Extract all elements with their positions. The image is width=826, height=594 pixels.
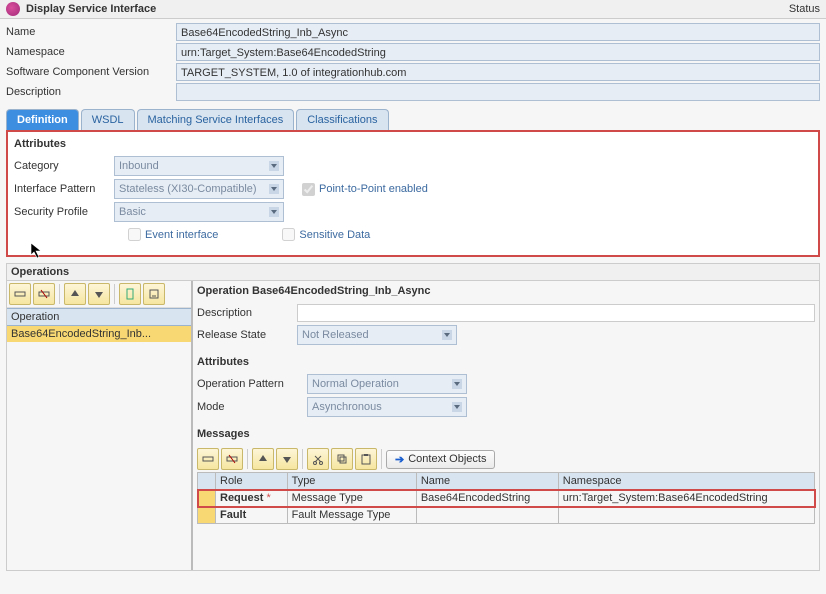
separator [59, 284, 60, 304]
attributes-heading: Attributes [14, 138, 812, 150]
move-up-button[interactable] [252, 448, 274, 470]
op-pattern-value: Normal Operation [312, 378, 399, 390]
release-state-label: Release State [197, 329, 297, 341]
context-objects-button[interactable]: ➔ Context Objects [386, 450, 495, 469]
namespace-cell[interactable] [558, 507, 814, 524]
operation-panel-title: Operation Base64EncodedString_Inb_Async [197, 283, 815, 301]
mode-value: Asynchronous [312, 401, 382, 413]
op-attributes-heading: Attributes [197, 356, 815, 368]
type-header[interactable]: Type [287, 473, 416, 490]
tools-button[interactable] [143, 283, 165, 305]
namespace-cell[interactable]: urn:Target_System:Base64EncodedString [558, 490, 814, 507]
p2p-label: Point-to-Point enabled [319, 183, 428, 195]
release-state-value: Not Released [302, 329, 369, 341]
tab-definition[interactable]: Definition [6, 109, 79, 130]
dropdown-icon [442, 330, 452, 340]
role-cell: Fault [216, 507, 288, 524]
cut-button[interactable] [307, 448, 329, 470]
event-label: Event interface [145, 229, 218, 241]
row-selector[interactable] [198, 490, 216, 507]
type-cell: Fault Message Type [287, 507, 416, 524]
messages-heading: Messages [197, 428, 815, 440]
tab-classifications[interactable]: Classifications [296, 109, 388, 130]
role-cell: Request * [216, 490, 288, 507]
sensitive-label: Sensitive Data [299, 229, 370, 241]
separator [247, 449, 248, 469]
dropdown-icon [452, 379, 462, 389]
security-label: Security Profile [14, 206, 114, 218]
dropdown-icon [452, 402, 462, 412]
move-up-button[interactable] [64, 283, 86, 305]
name-header[interactable]: Name [416, 473, 558, 490]
name-field: Base64EncodedString_Inb_Async [176, 23, 820, 41]
category-label: Category [14, 160, 114, 172]
arrow-right-icon: ➔ [395, 453, 404, 466]
remove-row-button[interactable] [221, 448, 243, 470]
table-row[interactable]: Request * Message Type Base64EncodedStri… [198, 490, 815, 507]
category-dropdown[interactable]: Inbound [114, 156, 284, 176]
navigate-button[interactable] [119, 283, 141, 305]
description-label: Description [6, 86, 176, 98]
category-value: Inbound [119, 160, 159, 172]
namespace-field: urn:Target_System:Base64EncodedString [176, 43, 820, 61]
tab-matching[interactable]: Matching Service Interfaces [137, 109, 295, 130]
move-down-button[interactable] [276, 448, 298, 470]
op-pattern-label: Operation Pattern [197, 378, 307, 390]
event-checkbox[interactable]: Event interface [124, 225, 218, 244]
op-pattern-dropdown[interactable]: Normal Operation [307, 374, 467, 394]
op-description-label: Description [197, 307, 297, 319]
type-cell: Message Type [287, 490, 416, 507]
pattern-dropdown[interactable]: Stateless (XI30-Compatible) [114, 179, 284, 199]
role-header[interactable]: Role [216, 473, 288, 490]
row-selector-header[interactable] [198, 473, 216, 490]
op-description-field[interactable] [297, 304, 815, 322]
add-row-button[interactable] [9, 283, 31, 305]
page-title: Display Service Interface [26, 3, 789, 15]
copy-button[interactable] [331, 448, 353, 470]
p2p-checkbox[interactable]: Point-to-Point enabled [298, 180, 428, 199]
operations-toolbar [7, 281, 191, 308]
namespace-header[interactable]: Namespace [558, 473, 814, 490]
description-field [176, 83, 820, 101]
mode-dropdown[interactable]: Asynchronous [307, 397, 467, 417]
namespace-label: Namespace [6, 46, 176, 58]
pattern-label: Interface Pattern [14, 183, 114, 195]
name-cell[interactable]: Base64EncodedString [416, 490, 558, 507]
pattern-value: Stateless (XI30-Compatible) [119, 183, 257, 195]
operations-heading: Operations [6, 263, 820, 281]
table-row[interactable]: Fault Fault Message Type [198, 507, 815, 524]
separator [114, 284, 115, 304]
sensitive-checkbox[interactable]: Sensitive Data [278, 225, 370, 244]
dropdown-icon [269, 161, 279, 171]
name-cell[interactable] [416, 507, 558, 524]
move-down-button[interactable] [88, 283, 110, 305]
separator [381, 449, 382, 469]
insert-row-button[interactable] [197, 448, 219, 470]
row-selector[interactable] [198, 507, 216, 524]
messages-table: Role Type Name Namespace Request * Messa… [197, 472, 815, 524]
operation-list-item[interactable]: Base64EncodedString_Inb... [7, 326, 191, 342]
operation-column-header[interactable]: Operation [7, 308, 191, 326]
name-label: Name [6, 26, 176, 38]
separator [302, 449, 303, 469]
delete-row-button[interactable] [33, 283, 55, 305]
tab-wsdl[interactable]: WSDL [81, 109, 135, 130]
status-label: Status [789, 3, 820, 15]
paste-button[interactable] [355, 448, 377, 470]
swcv-label: Software Component Version [6, 66, 176, 78]
dropdown-icon [269, 184, 279, 194]
security-dropdown[interactable]: Basic [114, 202, 284, 222]
service-interface-icon [6, 2, 20, 16]
release-state-dropdown[interactable]: Not Released [297, 325, 457, 345]
context-objects-label: Context Objects [408, 453, 486, 465]
security-value: Basic [119, 206, 146, 218]
dropdown-icon [269, 207, 279, 217]
mode-label: Mode [197, 401, 307, 413]
swcv-field: TARGET_SYSTEM, 1.0 of integrationhub.com [176, 63, 820, 81]
